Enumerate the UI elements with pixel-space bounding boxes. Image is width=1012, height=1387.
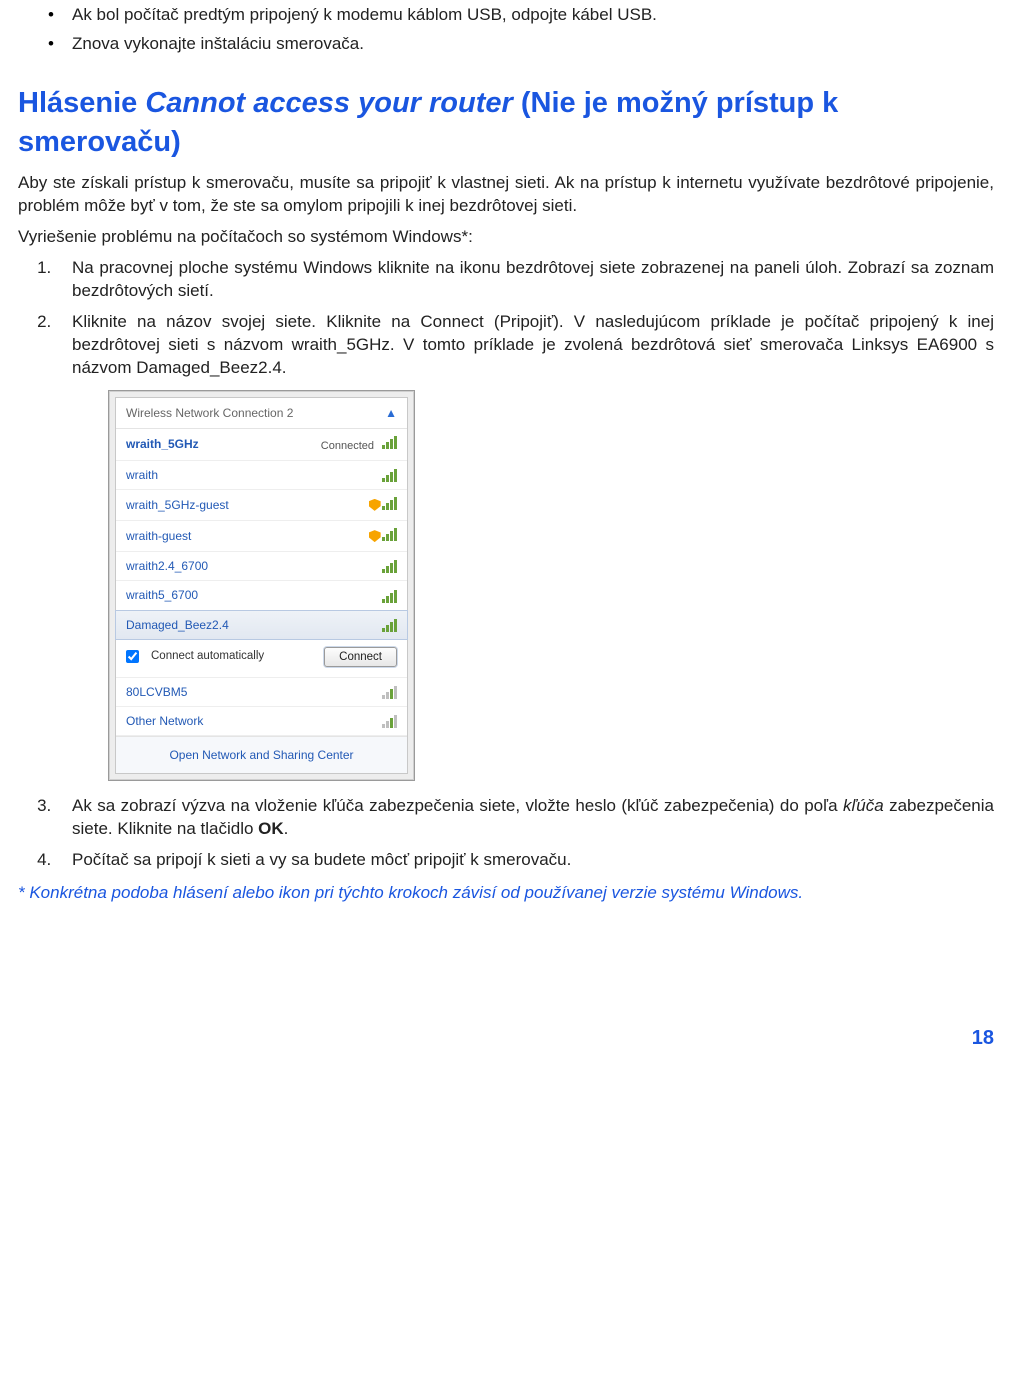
wifi-network-row[interactable]: wraith_5GHz-guest	[116, 490, 407, 521]
connect-button[interactable]: Connect	[324, 647, 397, 667]
signal-icon	[382, 527, 397, 541]
footnote: * Konkrétna podoba hlásení alebo ikon pr…	[18, 882, 994, 905]
shield-icon	[369, 499, 381, 511]
signal-icon	[382, 618, 397, 632]
step-2-text: Kliknite na názov svojej siete. Kliknite…	[72, 312, 994, 377]
step-4: Počítač sa pripojí k sieti a vy sa budet…	[56, 849, 994, 872]
connect-auto-checkbox[interactable]	[126, 650, 139, 663]
wifi-name: wraith5_6700	[126, 587, 198, 603]
signal-icon	[382, 468, 397, 482]
wifi-actions: Connect automatically Connect	[116, 639, 407, 678]
wifi-name: wraith	[126, 467, 158, 483]
bullet-item: Znova vykonajte inštaláciu smerovača.	[72, 33, 994, 56]
wifi-network-row[interactable]: Other Network	[116, 707, 407, 736]
step-1: Na pracovnej ploche systému Windows klik…	[56, 257, 994, 303]
wifi-popup-screenshot: Wireless Network Connection 2 ▲ wraith_5…	[108, 390, 415, 782]
wifi-footer-link[interactable]: Open Network and Sharing Center	[116, 736, 407, 773]
heading-italic: Cannot access your router	[145, 87, 512, 119]
wifi-status: Connected	[321, 440, 374, 452]
signal-icon	[382, 589, 397, 603]
paragraph-subhead: Vyriešenie problému na počítačoch so sys…	[18, 226, 994, 249]
wifi-name: 80LCVBM5	[126, 684, 187, 700]
wifi-name: wraith_5GHz-guest	[126, 497, 229, 513]
wifi-header: Wireless Network Connection 2 ▲	[116, 398, 407, 429]
step-3-bold: OK	[258, 819, 284, 838]
wifi-name: wraith-guest	[126, 528, 191, 544]
wifi-network-row[interactable]: wraith_5GHz Connected	[116, 429, 407, 461]
signal-icon	[382, 435, 397, 449]
step-3: Ak sa zobrazí výzva na vloženie kľúča za…	[56, 795, 994, 841]
wifi-name: wraith_5GHz	[126, 436, 199, 452]
signal-icon	[382, 559, 397, 573]
wifi-header-title: Wireless Network Connection 2	[126, 405, 293, 421]
step-3-post: .	[284, 819, 289, 838]
step-3-italic: kľúča	[843, 796, 884, 815]
signal-icon	[382, 714, 397, 728]
wifi-network-row[interactable]: wraith	[116, 461, 407, 490]
wifi-name: Damaged_Beez2.4	[126, 617, 229, 633]
signal-icon	[382, 685, 397, 699]
wifi-network-row-selected[interactable]: Damaged_Beez2.4	[115, 610, 408, 640]
step-2: Kliknite na názov svojej siete. Kliknite…	[56, 311, 994, 782]
shield-icon	[369, 530, 381, 542]
chevron-up-icon: ▲	[385, 405, 397, 421]
section-heading: Hlásenie Cannot access your router (Nie …	[18, 84, 994, 162]
wifi-network-row[interactable]: wraith2.4_6700	[116, 552, 407, 581]
connect-auto-label: Connect automatically	[151, 649, 316, 665]
wifi-network-row[interactable]: wraith-guest	[116, 521, 407, 552]
bullet-item: Ak bol počítač predtým pripojený k modem…	[72, 4, 994, 27]
signal-icon	[382, 496, 397, 510]
wifi-network-row[interactable]: 80LCVBM5	[116, 678, 407, 707]
wifi-name: Other Network	[126, 713, 203, 729]
paragraph-intro: Aby ste získali prístup k smerovaču, mus…	[18, 172, 994, 218]
steps-list: Na pracovnej ploche systému Windows klik…	[18, 257, 994, 872]
wifi-inner: Wireless Network Connection 2 ▲ wraith_5…	[115, 397, 408, 775]
step-3-pre: Ak sa zobrazí výzva na vloženie kľúča za…	[72, 796, 843, 815]
heading-prefix: Hlásenie	[18, 87, 145, 119]
page-number: 18	[18, 1025, 994, 1052]
intro-bullets: Ak bol počítač predtým pripojený k modem…	[18, 4, 994, 56]
wifi-name: wraith2.4_6700	[126, 558, 208, 574]
wifi-network-row[interactable]: wraith5_6700	[116, 581, 407, 610]
